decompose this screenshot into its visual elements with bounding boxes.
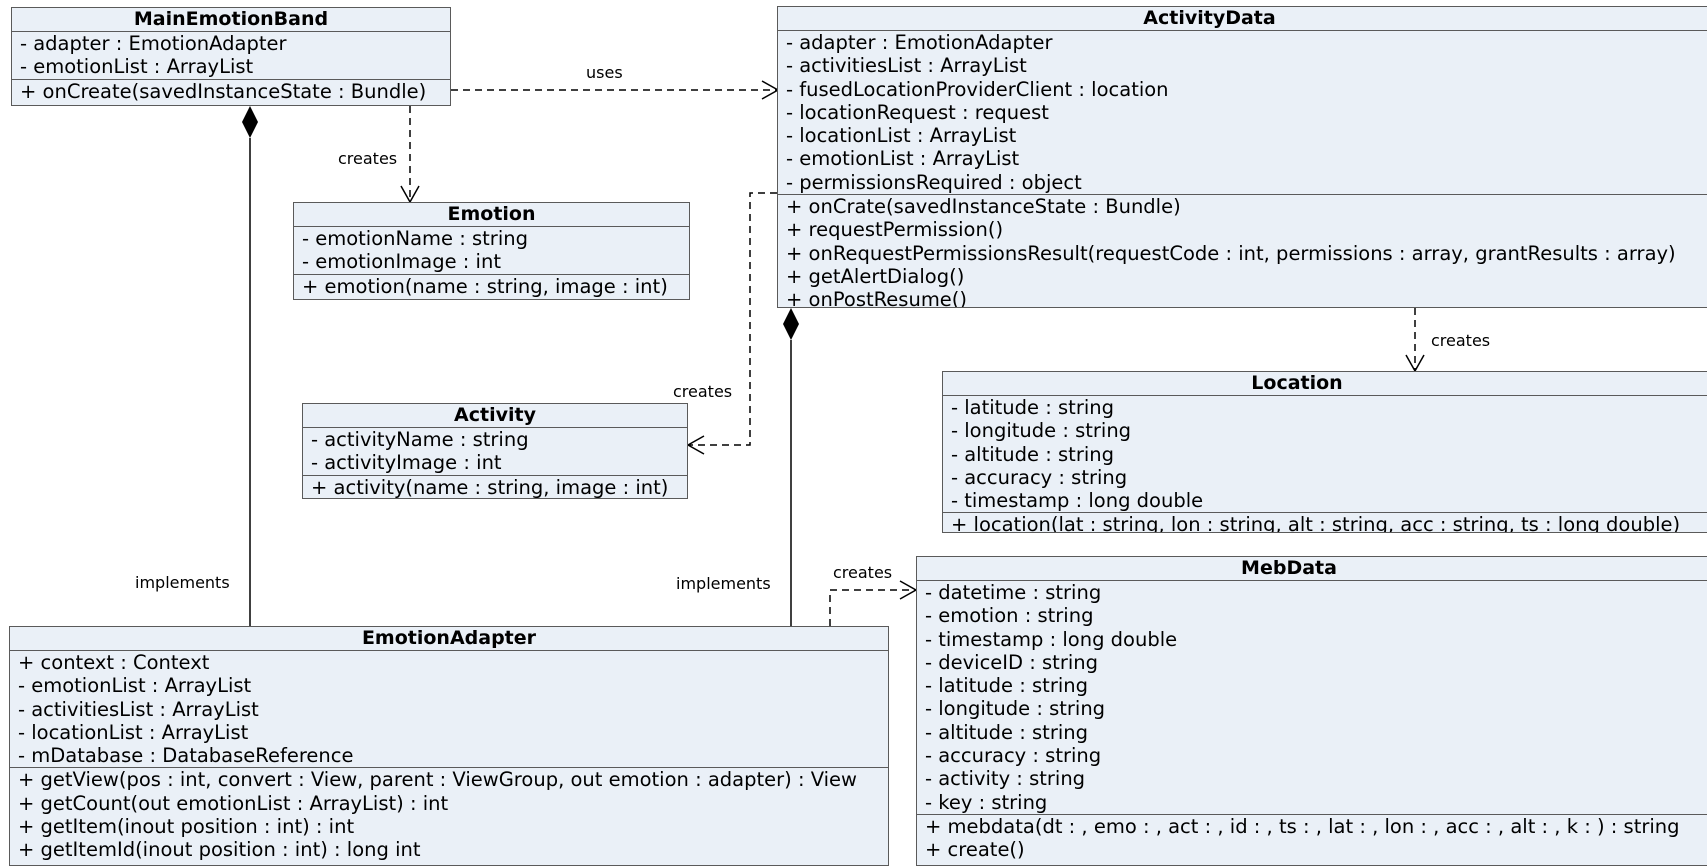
attributes-section: - adapter : EmotionAdapter - activitiesL… xyxy=(778,31,1707,196)
attribute: - activity : string xyxy=(925,767,1086,791)
method: + requestPermission() xyxy=(786,218,1004,242)
attribute: - locationList : ArrayList xyxy=(786,124,1017,148)
label-creates-location: creates xyxy=(1431,331,1491,350)
attribute: - emotionList : ArrayList xyxy=(786,147,1020,171)
class-activity: Activity - activityName : string - activ… xyxy=(302,403,688,499)
label-implements-activitydata: implements xyxy=(676,574,771,593)
class-main-emotion-band: MainEmotionBand - adapter : EmotionAdapt… xyxy=(11,7,451,106)
attribute: - emotion : string xyxy=(925,604,1094,628)
attributes-section: - adapter : EmotionAdapter - emotionList… xyxy=(12,32,450,80)
attribute: - mDatabase : DatabaseReference xyxy=(18,744,354,768)
class-meb-data: MebData - datetime : string - emotion : … xyxy=(916,556,1707,866)
method: + getItem(inout position : int) : int xyxy=(18,815,355,839)
attribute: - longitude : string xyxy=(951,419,1132,443)
attribute: - timestamp : long double xyxy=(951,489,1204,513)
attribute: - latitude : string xyxy=(951,396,1114,419)
method: + onCrate(savedInstanceState : Bundle) xyxy=(786,195,1181,219)
attribute: - emotionImage : int xyxy=(302,250,501,274)
attribute: - emotionList : ArrayList xyxy=(20,55,254,79)
attribute: - datetime : string xyxy=(925,581,1102,604)
class-name: MainEmotionBand xyxy=(12,8,450,32)
methods-section: + onCrate(savedInstanceState : Bundle) +… xyxy=(778,195,1707,308)
attributes-section: - latitude : string - longitude : string… xyxy=(943,396,1707,514)
method: + location(lat : string, lon : string, a… xyxy=(951,513,1681,533)
methods-section: + onCreate(savedInstanceState : Bundle) xyxy=(12,80,450,103)
class-location: Location - latitude : string - longitude… xyxy=(942,371,1707,533)
creates-activity-line xyxy=(688,192,777,446)
attribute: - latitude : string xyxy=(925,674,1088,698)
attribute: - emotionList : ArrayList xyxy=(18,674,252,698)
attribute: - adapter : EmotionAdapter xyxy=(20,32,287,55)
method: + getAlertDialog() xyxy=(786,264,965,288)
class-activity-data: ActivityData - adapter : EmotionAdapter … xyxy=(777,6,1707,308)
class-name: Location xyxy=(943,372,1707,396)
attributes-section: - activityName : string - activityImage … xyxy=(303,428,687,476)
method: + getCount(out emotionList : ArrayList) … xyxy=(18,791,449,815)
attribute: - activityName : string xyxy=(311,428,529,451)
methods-section: + emotion(name : string, image : int) xyxy=(294,275,689,298)
label-creates-activity: creates xyxy=(673,382,733,401)
label-creates-mebdata: creates xyxy=(833,563,893,582)
attribute: - activityImage : int xyxy=(311,451,502,475)
method: + emotion(name : string, image : int) xyxy=(302,274,668,298)
attribute: - locationList : ArrayList xyxy=(18,720,249,744)
attribute: - longitude : string xyxy=(925,697,1106,721)
method: + getView(pos : int, convert : View, par… xyxy=(18,768,858,792)
methods-section: + mebdata(dt : , emo : , act : , id : , … xyxy=(917,815,1707,862)
label-uses: uses xyxy=(586,63,623,82)
uml-class-diagram: uses creates creates creates creates imp… xyxy=(0,0,1707,866)
attribute: - emotionName : string xyxy=(302,227,528,250)
class-name: Emotion xyxy=(294,203,689,227)
method: + getItemId(inout position : int) : long… xyxy=(18,838,421,862)
class-name: Activity xyxy=(303,404,687,428)
method: + onCreate(savedInstanceState : Bundle) xyxy=(20,79,427,103)
attribute: - deviceID : string xyxy=(925,650,1098,674)
attributes-section: - datetime : string - emotion : string -… xyxy=(917,581,1707,815)
attributes-section: - emotionName : string - emotionImage : … xyxy=(294,227,689,275)
attribute: - locationRequest : request xyxy=(786,100,1049,124)
attribute: - activitiesList : ArrayList xyxy=(18,697,259,721)
method: + create() xyxy=(925,838,1025,862)
methods-section: + activity(name : string, image : int) xyxy=(303,475,687,499)
composition-diamond-main xyxy=(242,106,258,138)
attribute: - activitiesList : ArrayList xyxy=(786,54,1027,78)
attribute: - fusedLocationProviderClient : location xyxy=(786,77,1169,101)
attribute: - altitude : string xyxy=(951,442,1114,466)
attribute: - timestamp : long double xyxy=(925,627,1178,651)
class-name: ActivityData xyxy=(778,7,1707,31)
methods-section: + getView(pos : int, convert : View, par… xyxy=(10,768,888,861)
method: + activity(name : string, image : int) xyxy=(311,475,669,499)
attribute: - altitude : string xyxy=(925,720,1088,744)
creates-mebdata-line xyxy=(829,589,916,626)
methods-section: + location(lat : string, lon : string, a… xyxy=(943,513,1707,533)
class-name: MebData xyxy=(917,557,1707,581)
method: + mebdata(dt : , emo : , act : , id : , … xyxy=(925,814,1680,838)
attribute: - permissionsRequired : object xyxy=(786,170,1082,194)
class-emotion: Emotion - emotionName : string - emotion… xyxy=(293,202,690,300)
attribute: - accuracy : string xyxy=(951,465,1128,489)
label-creates-emotion: creates xyxy=(338,149,398,168)
attribute: - adapter : EmotionAdapter xyxy=(786,31,1053,54)
composition-diamond-activitydata xyxy=(783,308,799,340)
attribute: - accuracy : string xyxy=(925,744,1102,768)
attribute: + context : Context xyxy=(18,651,210,674)
class-emotion-adapter: EmotionAdapter + context : Context - emo… xyxy=(9,626,889,866)
label-implements-main: implements xyxy=(135,573,230,592)
attribute: - key : string xyxy=(925,790,1048,814)
method: + onRequestPermissionsResult(requestCode… xyxy=(786,241,1676,265)
class-name: EmotionAdapter xyxy=(10,627,888,651)
method: + onPostResume() xyxy=(786,288,968,308)
attributes-section: + context : Context - emotionList : Arra… xyxy=(10,651,888,769)
